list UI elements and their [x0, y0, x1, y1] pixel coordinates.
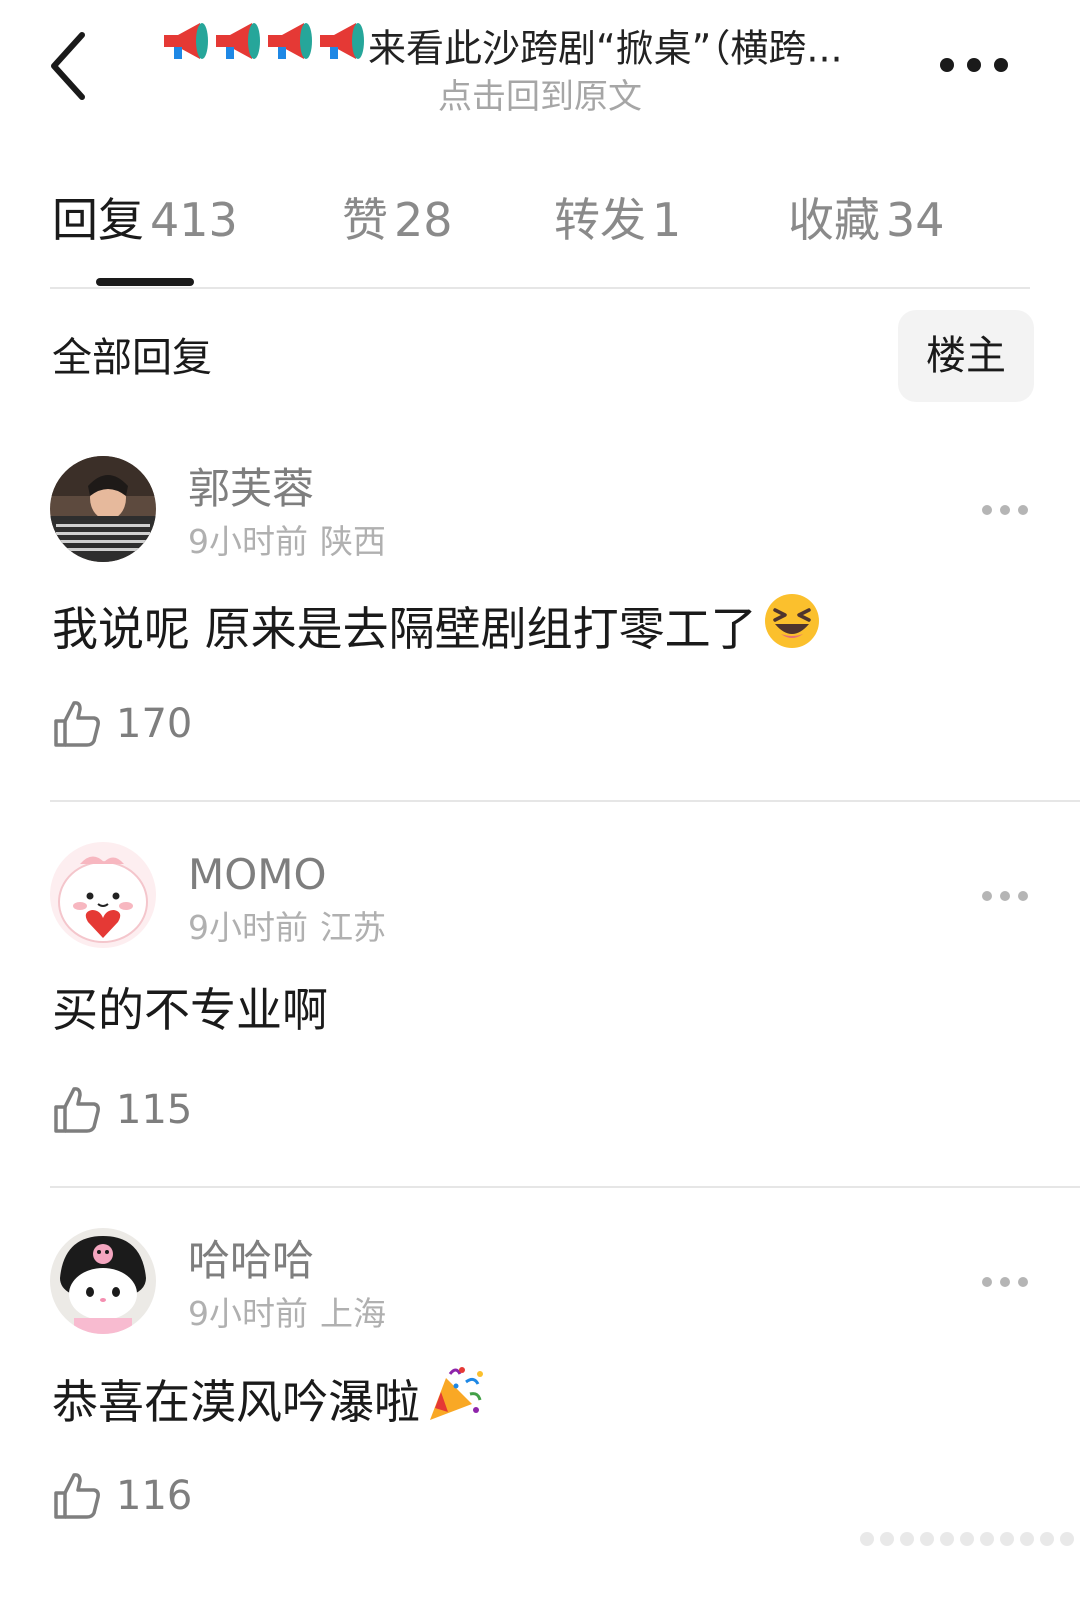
- party-popper-emoji-icon: [426, 1364, 486, 1440]
- comment-text: 买的不专业啊: [52, 983, 328, 1037]
- laughing-emoji-icon: [763, 592, 821, 666]
- like-button[interactable]: 116: [52, 1468, 192, 1524]
- comment-content: 恭喜在漠风吟瀑啦: [52, 1364, 486, 1440]
- comment-more-button[interactable]: [972, 492, 1038, 528]
- all-replies-filter[interactable]: 全部回复: [52, 328, 212, 388]
- post-title-link[interactable]: 来看此沙跨剧“掀桌”（横跨...: [160, 18, 900, 74]
- like-count: 116: [116, 1473, 193, 1519]
- comment-item: 郭芙蓉 9小时前 陕西 我说呢 原来是去隔壁剧组打零工了 170: [0, 456, 1080, 842]
- op-only-button[interactable]: 楼主: [898, 310, 1034, 402]
- back-to-original-link[interactable]: 点击回到原文: [0, 74, 1080, 120]
- thumbs-up-icon: [54, 1473, 100, 1519]
- like-count: 170: [116, 701, 193, 747]
- tab-favorites[interactable]: 收藏 34: [788, 180, 945, 260]
- comment-meta: 9小时前 上海: [188, 1292, 386, 1336]
- tab-bar: 回复 413 赞 28 转发 1 收藏 34: [52, 180, 1012, 260]
- avatar[interactable]: [50, 842, 156, 948]
- tab-likes[interactable]: 赞 28: [342, 180, 453, 260]
- comment-location: 江苏: [320, 908, 386, 947]
- comment-content: 买的不专业啊: [52, 978, 328, 1042]
- scroll-indicator: [860, 1532, 1080, 1550]
- like-button[interactable]: 170: [52, 696, 192, 752]
- comment-item: 哈哈哈 9小时前 上海 恭喜在漠风吟瀑啦 116: [0, 1228, 1080, 1614]
- avatar[interactable]: [50, 456, 156, 562]
- tab-reposts[interactable]: 转发 1: [554, 180, 681, 260]
- more-icon: [982, 1277, 1028, 1287]
- more-icon: [940, 58, 1008, 72]
- active-tab-indicator: [96, 278, 194, 286]
- divider: [50, 800, 1080, 802]
- divider: [50, 1186, 1080, 1188]
- author-name[interactable]: 郭芙蓉: [188, 462, 314, 516]
- tab-count: 413: [150, 193, 238, 247]
- comment-location: 陕西: [320, 522, 386, 561]
- tab-label: 收藏: [788, 193, 880, 247]
- tab-count: 1: [652, 193, 682, 247]
- divider: [50, 287, 1030, 289]
- tab-label: 赞: [342, 193, 388, 247]
- tab-count: 34: [886, 193, 945, 247]
- comment-text: 恭喜在漠风吟瀑啦: [52, 1375, 420, 1429]
- comment-meta: 9小时前 陕西: [188, 520, 386, 564]
- comment-meta: 9小时前 江苏: [188, 906, 386, 950]
- tab-count: 28: [394, 193, 453, 247]
- more-icon: [982, 891, 1028, 901]
- thumbs-up-icon: [54, 1087, 100, 1133]
- comment-more-button[interactable]: [972, 878, 1038, 914]
- like-count: 115: [116, 1087, 193, 1133]
- comment-time: 9小时前: [188, 1294, 308, 1333]
- thumbs-up-icon: [54, 701, 100, 747]
- tab-label: 转发: [554, 193, 646, 247]
- author-name[interactable]: MOMO: [188, 848, 327, 902]
- comment-time: 9小时前: [188, 908, 308, 947]
- avatar[interactable]: [50, 1228, 156, 1334]
- comment-text: 我说呢 原来是去隔壁剧组打零工了: [52, 602, 757, 656]
- post-title: 来看此沙跨剧“掀桌”（横跨...: [368, 26, 843, 71]
- comment-item: MOMO 9小时前 江苏 买的不专业啊 115: [0, 842, 1080, 1228]
- author-name[interactable]: 哈哈哈: [188, 1234, 314, 1288]
- comment-content: 我说呢 原来是去隔壁剧组打零工了: [52, 592, 821, 666]
- comment-more-button[interactable]: [972, 1264, 1038, 1300]
- megaphone-icon: [160, 19, 368, 74]
- tab-replies[interactable]: 回复 413: [52, 180, 238, 260]
- tab-label: 回复: [52, 193, 144, 247]
- like-button[interactable]: 115: [52, 1082, 192, 1138]
- comment-time: 9小时前: [188, 522, 308, 561]
- more-button[interactable]: [932, 40, 1016, 90]
- comment-location: 上海: [320, 1294, 386, 1333]
- more-icon: [982, 505, 1028, 515]
